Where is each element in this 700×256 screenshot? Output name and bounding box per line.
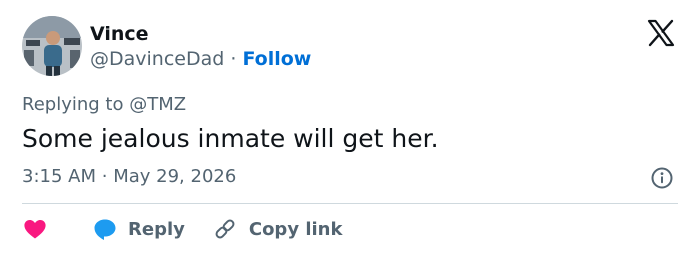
timestamp[interactable]: 3:15 AM · May 29, 2026 bbox=[22, 165, 236, 189]
handle-row: @DavinceDad · Follow bbox=[90, 47, 311, 71]
heart-icon[interactable] bbox=[22, 216, 48, 242]
handle[interactable]: @DavinceDad bbox=[90, 48, 224, 70]
x-logo-icon[interactable] bbox=[646, 19, 676, 47]
avatar-photo bbox=[22, 16, 82, 76]
reply-label: Reply bbox=[128, 218, 185, 240]
speech-bubble-icon bbox=[92, 216, 118, 242]
info-icon[interactable] bbox=[650, 166, 674, 190]
replying-handle[interactable]: @TMZ bbox=[129, 94, 186, 115]
timestamp-separator: · bbox=[101, 166, 108, 187]
tweet-date: May 29, 2026 bbox=[113, 166, 237, 187]
link-icon bbox=[213, 217, 237, 241]
divider bbox=[22, 203, 678, 204]
reply-button[interactable]: Reply bbox=[92, 216, 185, 242]
display-name[interactable]: Vince bbox=[90, 22, 149, 46]
tweet-time: 3:15 AM bbox=[22, 166, 96, 187]
copy-link-label: Copy link bbox=[248, 218, 343, 240]
replying-prefix: Replying to bbox=[22, 94, 124, 115]
replying-to: Replying to @TMZ bbox=[22, 93, 186, 117]
action-bar: Reply Copy link bbox=[22, 214, 342, 244]
copy-link-button[interactable]: Copy link bbox=[213, 217, 343, 241]
tweet-card: Vince @DavinceDad · Follow Replying to @… bbox=[0, 0, 700, 256]
tweet-text: Some jealous inmate will get her. bbox=[22, 124, 439, 153]
follow-button[interactable]: Follow bbox=[242, 48, 311, 70]
avatar[interactable] bbox=[22, 16, 82, 76]
handle-separator: · bbox=[230, 48, 237, 70]
